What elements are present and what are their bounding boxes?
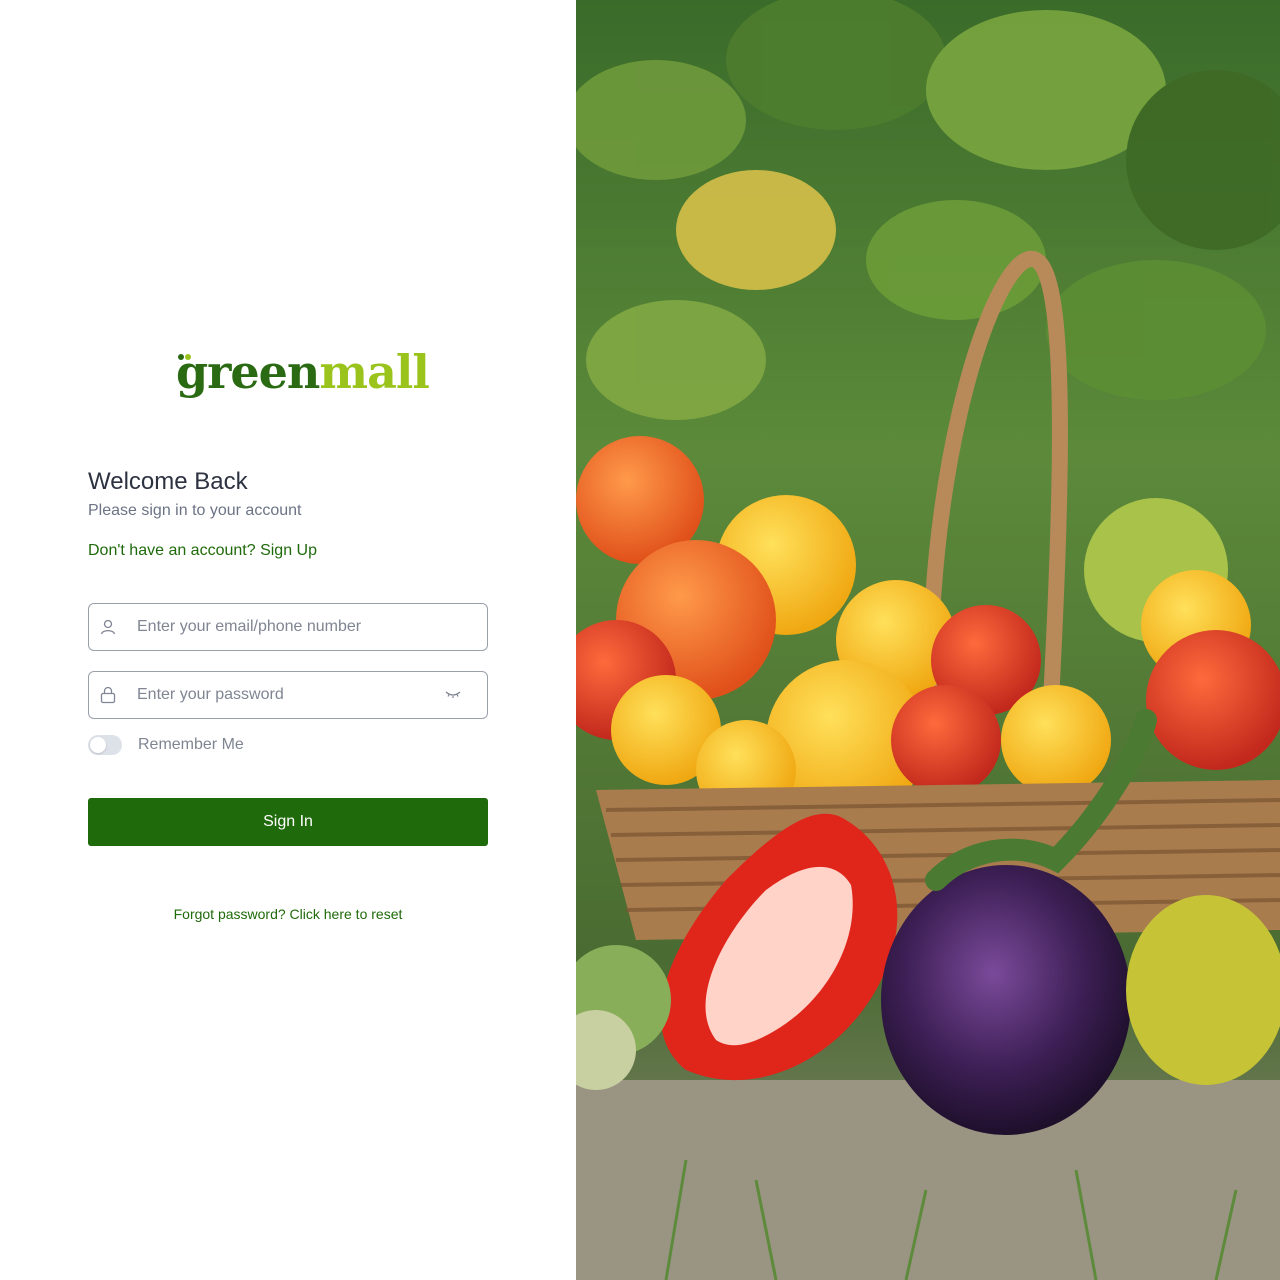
sign-in-button[interactable]: Sign In [88, 798, 488, 846]
page-subtitle: Please sign in to your account [88, 502, 302, 519]
eye-closed-icon[interactable] [443, 684, 463, 704]
password-field[interactable] [88, 671, 488, 719]
page-title: Welcome Back [88, 468, 248, 495]
user-icon [100, 619, 116, 635]
lock-icon [100, 686, 116, 704]
greenmall-logo: greenmall [176, 344, 430, 404]
forgot-password-link[interactable]: Forgot password? Click here to reset [88, 906, 488, 922]
remember-me-label: Remember Me [138, 736, 244, 753]
email-input[interactable] [137, 604, 427, 650]
login-panel: greenmall Welcome Back Please sign in to… [0, 0, 576, 1280]
toggle-knob [90, 737, 106, 753]
remember-me: Remember Me [88, 735, 288, 755]
remember-me-toggle[interactable] [88, 735, 122, 755]
signup-link[interactable]: Don't have an account? Sign Up [88, 542, 317, 560]
vegetable-basket-photo [576, 0, 1280, 1280]
hero-image [576, 0, 1280, 1280]
logo-wordmark: greenmall [176, 345, 430, 399]
password-input[interactable] [137, 672, 427, 718]
email-field[interactable] [88, 603, 488, 651]
